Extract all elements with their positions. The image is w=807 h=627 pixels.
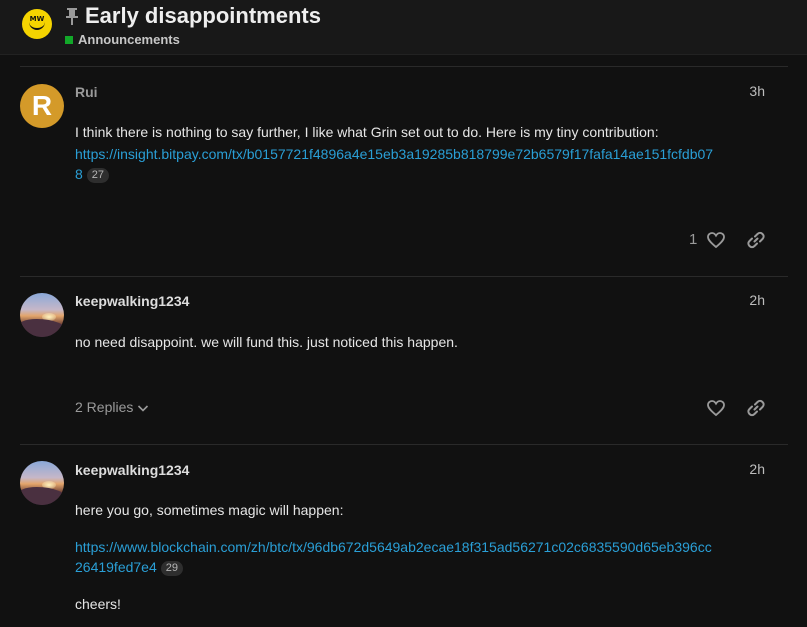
avatar[interactable] — [20, 293, 64, 337]
link-click-count: 27 — [86, 168, 110, 183]
post-time[interactable]: 2h — [749, 461, 765, 477]
tx-link-line1[interactable]: https://www.blockchain.com/zh/btc/tx/96d… — [75, 539, 712, 555]
post-divider — [20, 444, 788, 445]
grin-logo[interactable]: MW — [22, 9, 52, 39]
post-text: no need disappoint. we will fund this. j… — [75, 334, 458, 350]
post-text: here you go, sometimes magic will happen… — [75, 502, 344, 518]
avatar-ridge — [20, 487, 64, 505]
category-link[interactable]: Announcements — [78, 32, 180, 47]
post-closing-text: cheers! — [75, 596, 121, 612]
chevron-down-icon — [138, 405, 149, 412]
post-time[interactable]: 2h — [749, 292, 765, 308]
tx-link-tail[interactable]: 8 — [75, 166, 83, 182]
post-username[interactable]: keepwalking1234 — [75, 462, 189, 478]
topic-title[interactable]: Early disappointments — [85, 3, 321, 29]
post-time[interactable]: 3h — [749, 83, 765, 99]
topic-header: MW Early disappointments Announcements — [0, 0, 807, 55]
heart-icon[interactable] — [706, 230, 726, 250]
post-username[interactable]: keepwalking1234 — [75, 293, 189, 309]
link-click-count: 29 — [160, 561, 184, 576]
avatar-ridge — [20, 319, 64, 337]
post-divider — [20, 66, 788, 67]
tx-link-line2[interactable]: 26419fed7e4 29 — [75, 559, 184, 576]
tx-link-tail[interactable]: 26419fed7e4 — [75, 559, 157, 575]
category-color-square — [65, 36, 73, 44]
tx-link-line1[interactable]: https://insight.bitpay.com/tx/b0157721f4… — [75, 146, 713, 162]
share-link-icon[interactable] — [746, 230, 766, 250]
replies-toggle[interactable]: 2 Replies — [75, 399, 149, 415]
tx-link-line2[interactable]: 8 27 — [75, 166, 110, 183]
logo-smile — [29, 21, 45, 30]
pin-icon — [64, 6, 80, 26]
heart-icon[interactable] — [706, 398, 726, 418]
replies-label[interactable]: 2 Replies — [75, 399, 133, 415]
avatar[interactable] — [20, 461, 64, 505]
avatar[interactable]: R — [20, 84, 64, 128]
post-text: I think there is nothing to say further,… — [75, 124, 659, 140]
like-count[interactable]: 1 — [689, 231, 697, 248]
post-username[interactable]: Rui — [75, 84, 98, 100]
post-divider — [20, 276, 788, 277]
share-link-icon[interactable] — [746, 398, 766, 418]
